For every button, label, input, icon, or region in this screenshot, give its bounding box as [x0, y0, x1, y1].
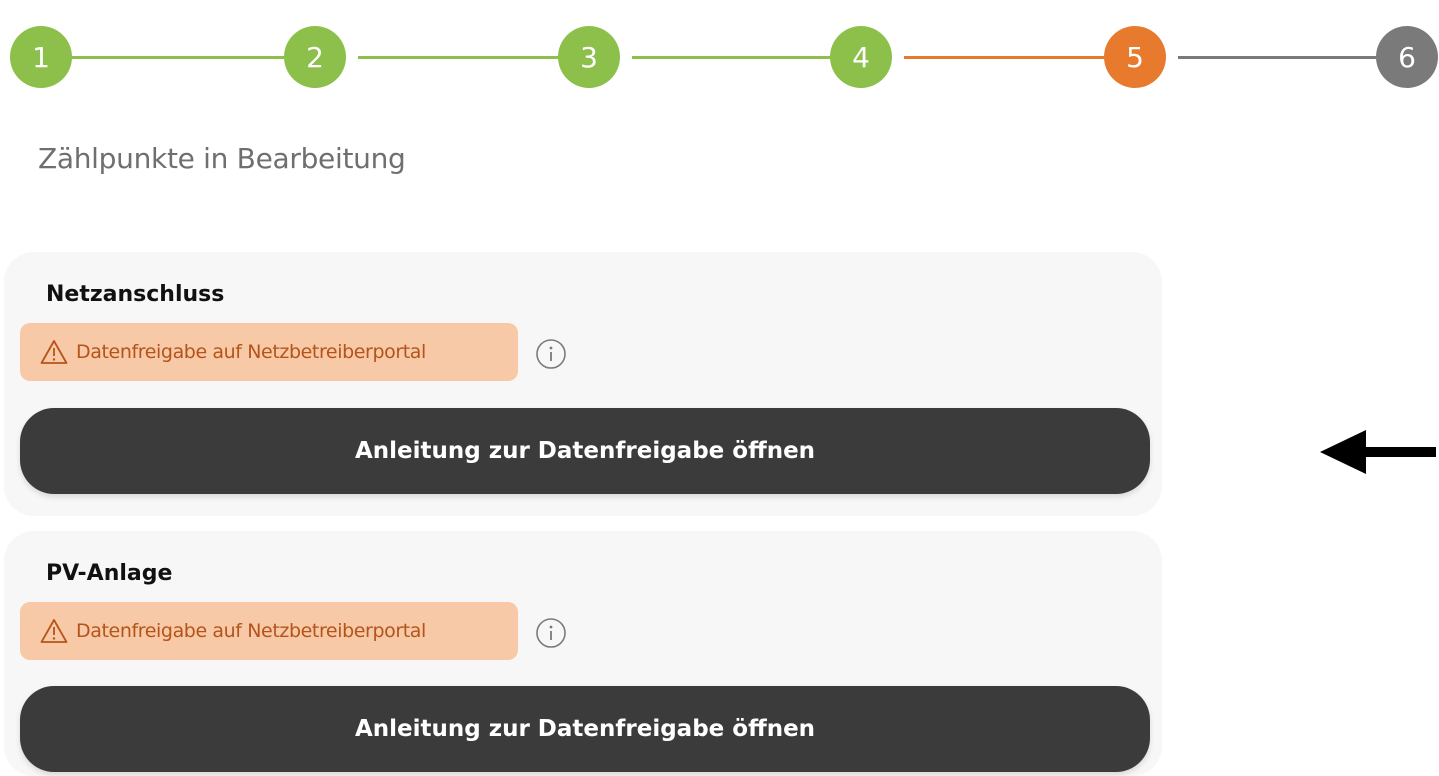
step-connector-1-2	[72, 56, 284, 59]
status-badge-label: Datenfreigabe auf Netzbetreiberportal	[76, 341, 426, 363]
status-badge: Datenfreigabe auf Netzbetreiberportal	[20, 323, 518, 381]
meter-card-pv-anlage: PV-Anlage Datenfreigabe auf Netzbetreibe…	[4, 531, 1162, 776]
info-circle-icon[interactable]	[535, 617, 567, 649]
status-badge-label: Datenfreigabe auf Netzbetreiberportal	[76, 620, 426, 642]
warning-triangle-icon	[40, 618, 68, 644]
open-data-release-guide-button[interactable]: Anleitung zur Datenfreigabe öffnen	[20, 408, 1150, 494]
left-arrow-icon	[1320, 427, 1438, 481]
step-connector-4-5	[904, 56, 1104, 59]
warning-triangle-icon	[40, 339, 68, 365]
step-6[interactable]: 6	[1376, 26, 1438, 88]
step-connector-5-6	[1178, 56, 1376, 59]
step-5[interactable]: 5	[1104, 26, 1166, 88]
step-2[interactable]: 2	[284, 26, 346, 88]
card-title: PV-Anlage	[46, 561, 173, 586]
card-title: Netzanschluss	[46, 282, 225, 307]
step-1[interactable]: 1	[10, 26, 72, 88]
status-badge: Datenfreigabe auf Netzbetreiberportal	[20, 602, 518, 660]
step-connector-2-3	[358, 56, 558, 59]
step-connector-3-4	[632, 56, 830, 59]
step-4[interactable]: 4	[830, 26, 892, 88]
open-data-release-guide-button[interactable]: Anleitung zur Datenfreigabe öffnen	[20, 686, 1150, 772]
meter-card-netzanschluss: Netzanschluss Datenfreigabe auf Netzbetr…	[4, 252, 1162, 516]
progress-stepper: 1 2 3 4 5 6	[10, 26, 1438, 88]
info-circle-icon[interactable]	[535, 338, 567, 370]
page: 1 2 3 4 5 6 Zählpunkte in Bearbeitung Ne…	[0, 0, 1439, 776]
step-3[interactable]: 3	[558, 26, 620, 88]
section-title: Zählpunkte in Bearbeitung	[38, 142, 406, 175]
